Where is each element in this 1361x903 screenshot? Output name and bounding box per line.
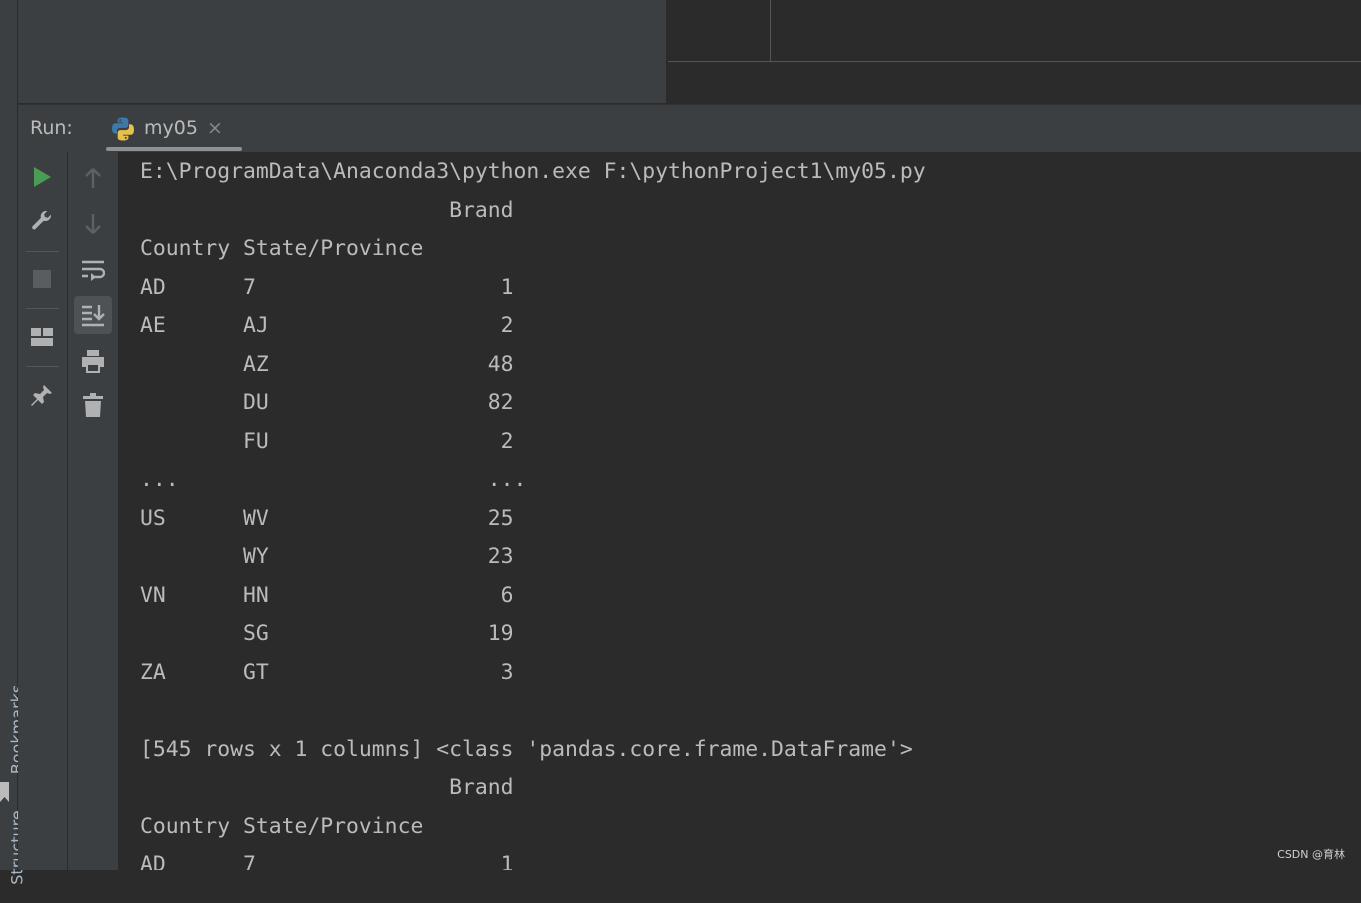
console-line: US WV 25 xyxy=(140,506,514,531)
run-tab-my05[interactable]: my05 × xyxy=(106,105,242,152)
editor-area xyxy=(18,0,666,103)
up-arrow-icon xyxy=(85,168,101,188)
console-line: AZ 48 xyxy=(140,352,514,377)
run-actions-toolbar xyxy=(18,152,68,870)
down-arrow-icon xyxy=(85,214,101,234)
console-line: Country State/Province xyxy=(140,814,424,839)
run-icon xyxy=(34,167,51,187)
run-tool-window-header: Run: my05 × xyxy=(18,104,1361,153)
stop-icon xyxy=(33,270,51,288)
console-output[interactable]: E:\ProgramData\Anaconda3\python.exe F:\p… xyxy=(119,152,1361,870)
clear-all-button[interactable] xyxy=(74,386,112,424)
close-tab-icon[interactable]: × xyxy=(207,117,223,139)
console-line: WY 23 xyxy=(140,544,514,569)
toolbar-separator xyxy=(26,366,59,367)
console-actions-toolbar xyxy=(68,152,119,870)
watermark: CSDN @育林 xyxy=(1277,848,1345,861)
pin-icon xyxy=(31,385,52,406)
console-line: AD 7 1 xyxy=(140,275,514,300)
editor-split-area xyxy=(666,0,1361,103)
console-line: Brand xyxy=(140,198,514,223)
previous-occurrence-button[interactable] xyxy=(74,159,112,197)
soft-wrap-icon xyxy=(82,260,105,281)
print-icon xyxy=(82,350,104,373)
layout-icon xyxy=(31,328,53,346)
console-line: ZA GT 3 xyxy=(140,660,514,685)
left-tool-strip: Bookmarks Structure xyxy=(0,0,27,885)
console-line: Country State/Province xyxy=(140,236,424,261)
active-tab-underline xyxy=(106,147,242,151)
next-occurrence-button[interactable] xyxy=(74,205,112,243)
restore-layout-button[interactable] xyxy=(23,318,61,356)
print-button[interactable] xyxy=(74,342,112,380)
run-tab-title: my05 xyxy=(144,117,198,139)
console-line: E:\ProgramData\Anaconda3\python.exe F:\p… xyxy=(140,159,926,184)
toolbar-separator xyxy=(26,308,59,309)
trash-icon xyxy=(83,393,103,417)
stop-button[interactable] xyxy=(23,260,61,298)
editor-divider-horizontal xyxy=(668,61,1361,62)
console-line: ... ... xyxy=(140,467,527,492)
scroll-to-end-icon xyxy=(82,305,105,327)
wrench-icon xyxy=(32,210,51,230)
console-line: AD 7 1 xyxy=(140,852,514,870)
soft-wrap-button[interactable] xyxy=(74,251,112,289)
console-line: Brand xyxy=(140,775,514,800)
rerun-button[interactable] xyxy=(23,158,61,196)
console-line: AE AJ 2 xyxy=(140,313,514,338)
console-line: FU 2 xyxy=(140,429,514,454)
run-label: Run: xyxy=(30,117,73,139)
scroll-to-end-button[interactable] xyxy=(74,296,112,334)
console-line: VN HN 6 xyxy=(140,583,514,608)
edit-config-button[interactable] xyxy=(23,203,61,241)
console-line: DU 82 xyxy=(140,390,514,415)
console-line: [545 rows x 1 columns] <class 'pandas.co… xyxy=(140,737,913,762)
toolbar-separator xyxy=(26,251,59,252)
pin-tab-button[interactable] xyxy=(23,376,61,414)
console-line: SG 19 xyxy=(140,621,514,646)
python-icon xyxy=(112,117,134,141)
editor-divider xyxy=(770,0,771,62)
